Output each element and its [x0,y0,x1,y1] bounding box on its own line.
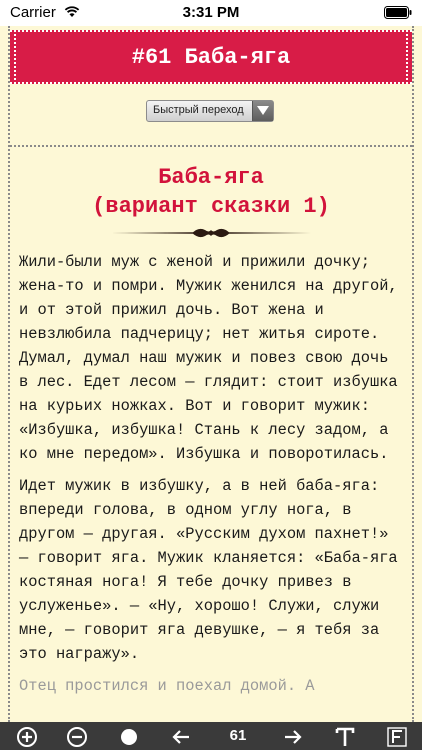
forward-icon [285,730,302,744]
status-bar: Carrier 3:31 PM [0,0,422,26]
header-banner: #61 Баба-яга [10,30,412,84]
zoom-in-button[interactable] [12,724,42,748]
frame-border-right [412,26,414,722]
next-page-button[interactable] [278,724,308,748]
battery-icon [384,6,412,19]
page-title: #61 Баба-яга [131,45,291,70]
font-style-icon [387,727,407,747]
bottom-toolbar: 61 [0,722,422,750]
font-style-button[interactable] [382,724,412,748]
story-paragraph-partial: Отец простился и поехал домой. А [19,677,315,695]
frame-border-left [8,26,10,722]
zoom-in-icon [17,727,37,747]
story-title: Баба-яга (вариант сказки 1) [0,163,422,221]
quick-jump-dropdown[interactable]: Быстрый переход [146,100,274,122]
status-time: 3:31 PM [182,4,240,21]
divider [10,145,412,147]
previous-page-button[interactable] [166,724,196,748]
back-icon [172,730,189,744]
story-paragraph: Идет мужик в избушку, а в ней баба-яга: … [19,477,398,663]
night-mode-icon [121,729,137,745]
story-text: Жили-были муж с женой и прижили дочку; ж… [19,250,405,706]
quick-jump-label: Быстрый переход [153,104,244,116]
story-title-line1: Баба-яга [158,165,264,190]
story-title-line2: (вариант сказки 1) [92,194,330,219]
chevron-down-icon [252,101,273,121]
page-number: 61 [229,727,247,744]
story-paragraph: Жили-были муж с женой и прижили дочку; ж… [19,253,398,463]
zoom-out-icon [67,727,87,747]
zoom-out-button[interactable] [62,724,92,748]
night-mode-button[interactable] [114,724,144,748]
font-button[interactable] [330,724,360,748]
ornament-divider [111,228,311,238]
font-icon [335,727,355,746]
